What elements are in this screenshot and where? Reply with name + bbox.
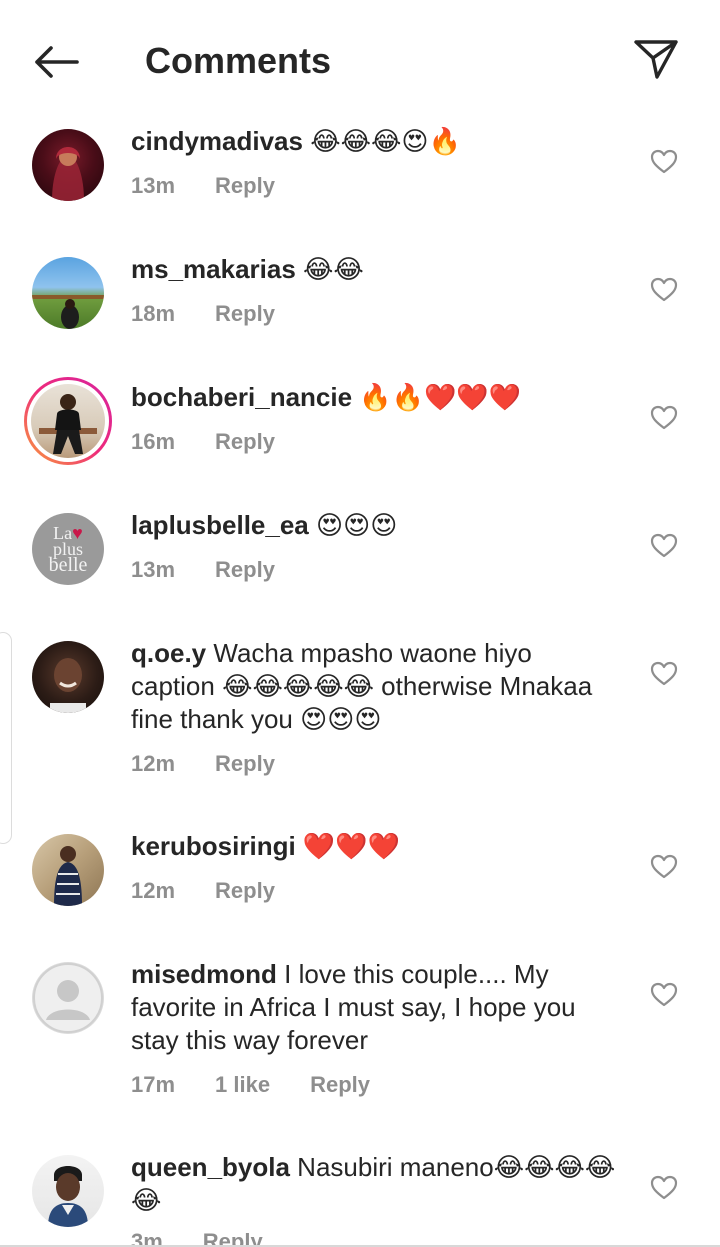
avatar[interactable] bbox=[32, 257, 104, 329]
comment-username[interactable]: kerubosiringi bbox=[131, 831, 296, 861]
comment-text: 😍😍😍 bbox=[308, 510, 398, 540]
reply-button[interactable]: Reply bbox=[215, 429, 275, 455]
default-user-icon bbox=[33, 963, 103, 1033]
paper-plane-icon bbox=[634, 40, 678, 79]
avatar[interactable]: La♥ plus belle bbox=[32, 513, 104, 585]
comment-username[interactable]: queen_byola bbox=[131, 1152, 290, 1182]
share-button[interactable] bbox=[628, 34, 684, 84]
back-button[interactable] bbox=[28, 38, 84, 86]
page-title: Comments bbox=[145, 40, 332, 81]
comment-time: 13m bbox=[131, 557, 176, 582]
heart-icon[interactable] bbox=[650, 853, 678, 881]
comment-text: ❤️❤️❤️ bbox=[295, 831, 401, 861]
comment-time: 16m bbox=[131, 429, 176, 454]
comment-time: 12m bbox=[131, 751, 176, 776]
reply-button[interactable]: Reply bbox=[215, 557, 275, 583]
heart-icon[interactable] bbox=[650, 404, 678, 432]
edge-panel-handle[interactable] bbox=[0, 632, 12, 844]
reply-button[interactable]: Reply bbox=[215, 173, 275, 199]
avatar[interactable] bbox=[32, 1155, 104, 1227]
comment-username[interactable]: bochaberi_nancie bbox=[131, 382, 352, 412]
top-bar: Comments bbox=[0, 0, 720, 120]
heart-icon[interactable] bbox=[650, 532, 678, 560]
avatar-with-story-ring[interactable] bbox=[24, 377, 112, 465]
arrow-left-icon bbox=[35, 46, 79, 78]
avatar-logo-text: belle bbox=[48, 554, 88, 576]
likes-count[interactable]: 1 like bbox=[215, 1072, 270, 1098]
avatar[interactable] bbox=[32, 641, 104, 713]
avatar[interactable] bbox=[32, 834, 104, 906]
avatar-placeholder[interactable] bbox=[32, 962, 104, 1034]
heart-icon[interactable] bbox=[650, 981, 678, 1009]
comment-username[interactable]: cindymadivas bbox=[131, 126, 303, 156]
comment-time: 12m bbox=[131, 878, 176, 903]
comment-text: 😂😂 bbox=[295, 254, 364, 284]
reply-button[interactable]: Reply bbox=[215, 751, 275, 777]
comment-username[interactable]: q.oe.y bbox=[131, 638, 206, 668]
avatar[interactable] bbox=[32, 129, 104, 201]
heart-icon[interactable] bbox=[650, 148, 678, 176]
comment-time: 13m bbox=[131, 173, 176, 198]
reply-button[interactable]: Reply bbox=[215, 301, 275, 327]
comment-username[interactable]: ms_makarias bbox=[131, 254, 296, 284]
comment-time: 17m bbox=[131, 1072, 176, 1097]
comment-username[interactable]: misedmond bbox=[131, 959, 277, 989]
comment-username[interactable]: laplusbelle_ea bbox=[131, 510, 309, 540]
heart-icon[interactable] bbox=[650, 660, 678, 688]
reply-button[interactable]: Reply bbox=[215, 878, 275, 904]
reply-button[interactable]: Reply bbox=[310, 1072, 370, 1098]
heart-icon[interactable] bbox=[650, 1174, 678, 1202]
comment-text: 🔥🔥❤️❤️❤️ bbox=[352, 382, 522, 412]
comment-text: 😂😂😂😍🔥 bbox=[302, 126, 461, 156]
comment-time: 18m bbox=[131, 301, 176, 326]
heart-icon[interactable] bbox=[650, 276, 678, 304]
